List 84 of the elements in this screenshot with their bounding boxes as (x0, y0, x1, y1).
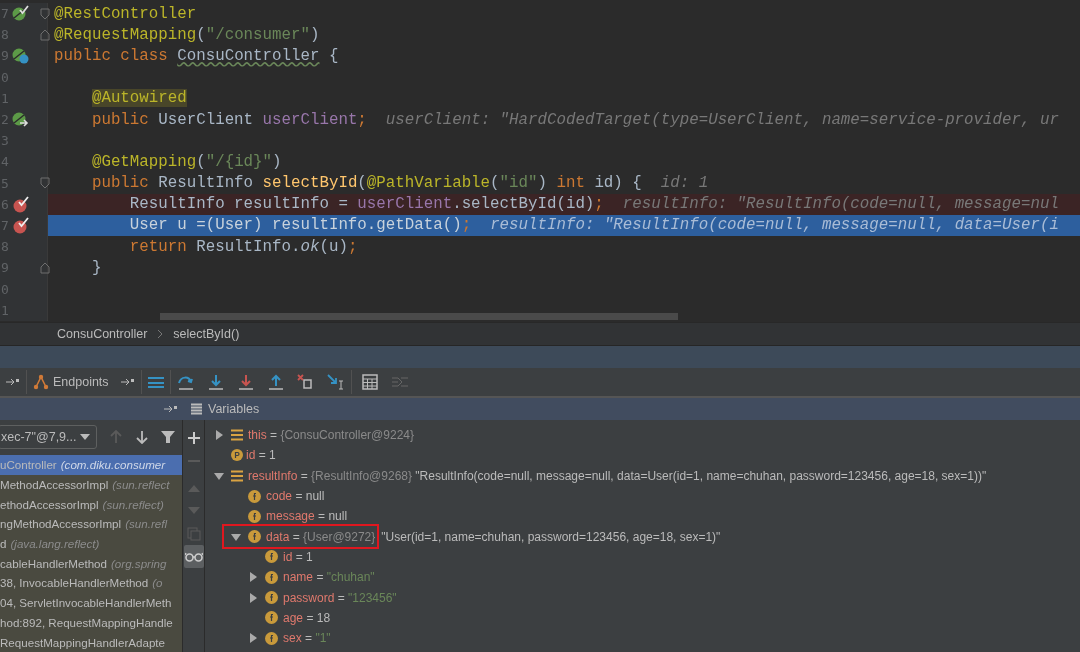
field-icon (265, 631, 278, 645)
field-icon (248, 509, 261, 523)
collapsed-arrow-icon[interactable] (247, 571, 259, 584)
pin-icon[interactable] (120, 377, 135, 387)
code-line: ResultInfo resultInfo = userClient.selectById(id); (128, 195, 604, 214)
collapsed-arrow-icon[interactable] (247, 632, 259, 645)
collapsed-arrow-icon[interactable] (213, 429, 225, 442)
fold-icon[interactable] (40, 28, 50, 41)
variable-entry[interactable]: code = null (266, 489, 325, 504)
code-line: return ResultInfo.ok(u); (128, 237, 358, 256)
field-icon (265, 570, 278, 584)
variable-summary: "User(id=1, name=chuhan, password=123456, age=18, sex=1)" (381, 529, 721, 544)
field-icon (265, 611, 278, 625)
breadcrumb-item[interactable]: selectById() (173, 327, 240, 341)
variable-entry[interactable]: name = "chuhan" (283, 570, 375, 585)
caret-icon (80, 434, 90, 441)
object-icon (231, 429, 243, 442)
calculator-icon[interactable] (361, 374, 378, 390)
field-icon (248, 489, 261, 503)
stack-frame[interactable]: RequestMappingHandlerAdapte (0, 632, 182, 652)
inline-value-hint: resultInfo: "ResultInfo(code=null, message=nul (622, 195, 1059, 214)
variable-entry[interactable]: password = "123456" (283, 590, 397, 605)
bean-check-icon[interactable] (12, 5, 29, 23)
fold-icon[interactable] (40, 7, 50, 20)
filter-icon[interactable] (161, 430, 175, 445)
variable-entry[interactable]: age = 18 (283, 610, 331, 625)
field-icon (265, 550, 278, 564)
code-line: @RestController (54, 4, 197, 23)
down-arrow-icon[interactable] (135, 430, 149, 445)
chevron-icon (157, 329, 164, 339)
breakpoint-icon[interactable] (12, 216, 29, 234)
code-line: User u =(User) resultInfo.getData(); (128, 216, 472, 235)
thread-dropdown[interactable]: xec-7"@7,9... (0, 425, 97, 450)
code-line: } (90, 258, 102, 277)
field-icon (265, 591, 278, 605)
code-line: public UserClient userClient; (90, 110, 367, 129)
stack-frame[interactable]: 38, InvocableHandlerMethod (o (0, 573, 182, 593)
stack-frame[interactable]: 04, ServletInvocableHandlerMeth (0, 592, 182, 613)
bean-icon[interactable] (12, 47, 29, 65)
variable-entry[interactable]: sex = "1" (283, 631, 331, 646)
inline-value-hint: id: 1 (660, 174, 709, 193)
endpoints-icon (33, 374, 49, 390)
stack-frame[interactable]: d (java.lang.reflect) (0, 533, 182, 554)
step-out-icon[interactable] (266, 374, 285, 390)
stack-frame[interactable]: MethodAccessorImpl (sun.reflect (0, 474, 182, 495)
field-icon (248, 530, 261, 544)
stack-frame[interactable]: ngMethodAccessorImpl (sun.refl (0, 513, 182, 534)
pin-icon[interactable] (164, 404, 178, 414)
fold-icon[interactable] (40, 177, 50, 190)
parameter-icon (231, 449, 243, 462)
glasses-icon[interactable] (183, 545, 204, 568)
stack-frame[interactable]: hod:892, RequestMappingHandle (0, 612, 182, 633)
endpoints-tab[interactable]: Endpoints (27, 368, 115, 396)
breakpoint-icon[interactable] (12, 195, 29, 213)
bean-inject-icon[interactable] (12, 111, 29, 129)
variable-entry[interactable]: message = null (266, 509, 348, 524)
breadcrumb-item[interactable]: ConsuController (57, 327, 148, 341)
variable-entry[interactable]: resultInfo = {ResultInfo@9268} "ResultInfo(code=null, message=null, data=User(id=1, name=chuhan, password=123456, age=18, sex=1))" (248, 468, 987, 483)
stack-frame[interactable]: uController (com.diku.consumer (0, 454, 182, 475)
variable-entry[interactable]: this = {ConsuController@9224} (248, 428, 414, 443)
drop-frame-icon[interactable] (296, 374, 315, 390)
scrollbar-thumb[interactable] (160, 313, 678, 320)
frames-list-icon[interactable] (147, 375, 164, 389)
code-line: public ResultInfo selectById(@PathVariable("id") int id) { (90, 174, 642, 193)
code-line: @GetMapping("/{id}") (90, 152, 282, 171)
stack-frame[interactable]: ethodAccessorImpl (sun.reflect) (0, 494, 182, 514)
step-over-icon[interactable] (176, 374, 195, 390)
collapsed-arrow-icon[interactable] (247, 591, 259, 604)
stack-frame[interactable]: cableHandlerMethod (org.spring (0, 553, 182, 574)
code-line: @RequestMapping("/consumer") (54, 25, 320, 44)
variable-entry[interactable]: data = {User@9272} (266, 529, 376, 544)
variables-title: Variables (208, 402, 260, 416)
step-into-icon[interactable] (206, 374, 225, 390)
code-line: public class ConsuController { (54, 46, 339, 65)
fold-icon[interactable] (40, 261, 50, 274)
force-step-into-icon[interactable] (236, 374, 255, 390)
variables-icon (191, 403, 202, 415)
inline-value-hint: resultInfo: "ResultInfo(code=null, message=null, data=User(i (490, 216, 1059, 235)
inline-value-hint: userClient: "HardCodedTarget(type=UserClient, name=service-provider, ur (385, 110, 1059, 129)
variable-entry[interactable]: id = 1 (246, 448, 276, 463)
run-to-cursor-icon[interactable] (326, 374, 345, 390)
pin-icon[interactable] (6, 377, 20, 387)
variable-entry[interactable]: id = 1 (283, 549, 313, 564)
object-icon (231, 469, 243, 482)
